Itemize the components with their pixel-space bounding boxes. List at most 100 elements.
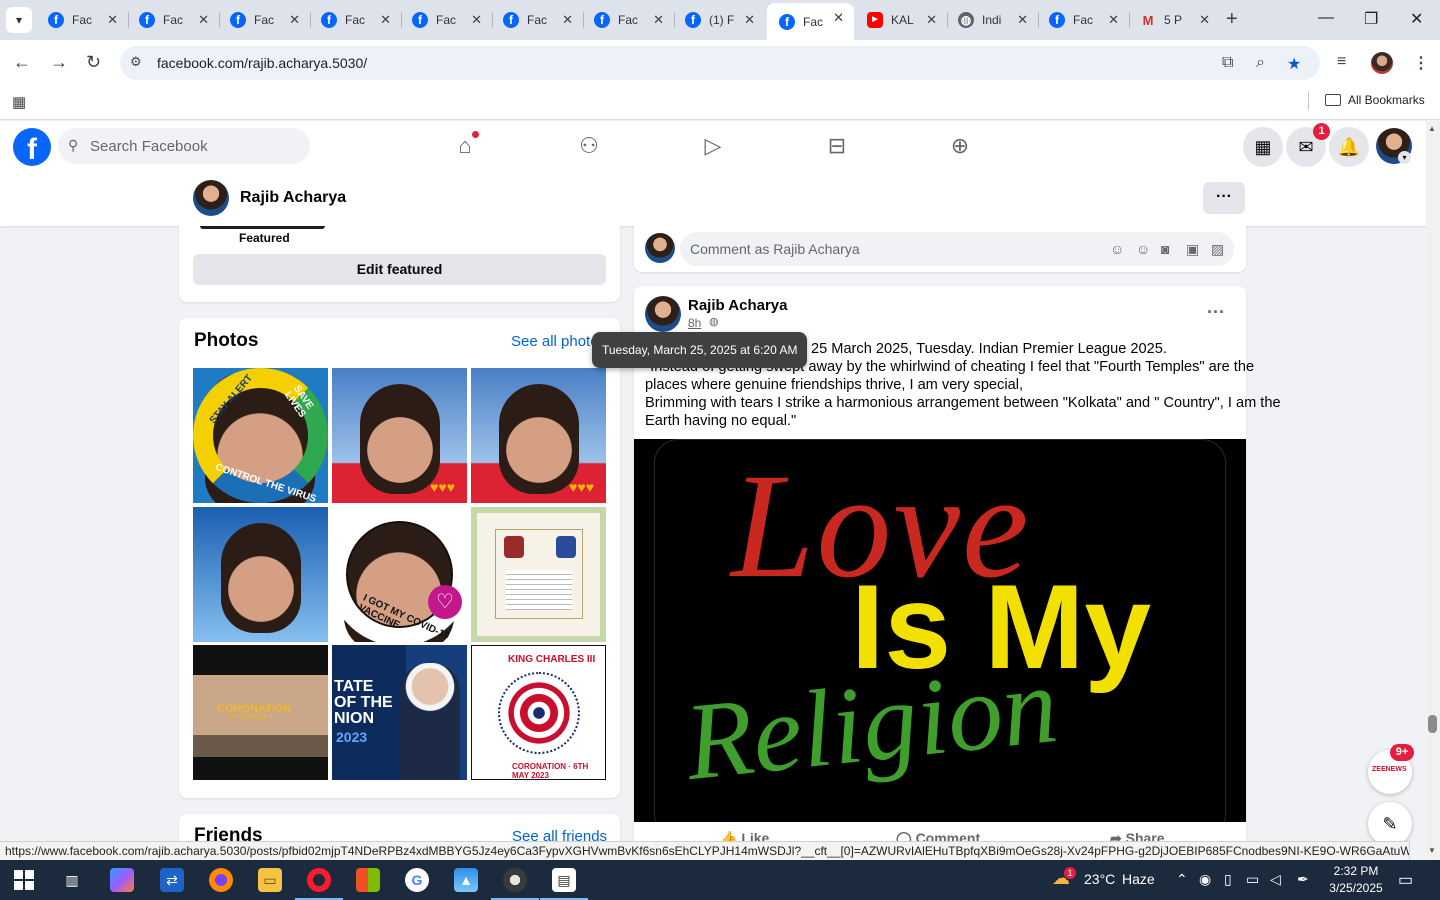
close-tab-icon[interactable]: ✕	[107, 12, 118, 28]
all-bookmarks-button[interactable]: All Bookmarks	[1325, 93, 1425, 107]
browser-tab[interactable]: f (1) F ✕	[673, 5, 765, 35]
install-app-icon[interactable]: ⧉	[1222, 54, 1233, 72]
page-scrollbar[interactable]	[1426, 121, 1440, 859]
photo-thumbnail[interactable]: STAY ALERT SAVE LIVES CONTROL THE VIRUS	[193, 368, 328, 503]
tab-search-chevron-icon[interactable]: ▾	[6, 7, 32, 33]
browser-tab[interactable]: M 5 P ✕	[1128, 5, 1220, 35]
address-url[interactable]: facebook.com/rajib.acharya.5030/	[157, 55, 367, 71]
browser-tab-active[interactable]: f Fac ✕	[767, 3, 854, 40]
teamviewer-icon[interactable]: ⇄	[160, 868, 184, 892]
close-tab-icon[interactable]: ✕	[1199, 12, 1210, 28]
media-control-icon[interactable]: ≡	[1337, 53, 1346, 71]
close-tab-icon[interactable]: ✕	[926, 12, 937, 28]
marketplace-icon[interactable]: ⊟	[822, 133, 852, 159]
friends-icon[interactable]: ⚇	[574, 133, 604, 159]
bookmark-star-icon[interactable]: ★	[1287, 54, 1301, 74]
browser-tab[interactable]: f Fac ✕	[309, 5, 401, 35]
post-author-avatar[interactable]	[645, 296, 681, 332]
browser-tab[interactable]: f Fac ✕	[400, 5, 492, 35]
camera-icon[interactable]: ◙	[1161, 241, 1169, 257]
phone-link-icon[interactable]: ▯	[1224, 871, 1232, 888]
photo-thumbnail[interactable]: KING CHARLES III CORONATION · 6TH MAY 20…	[471, 645, 606, 780]
close-tab-icon[interactable]: ✕	[289, 12, 300, 28]
close-window-icon[interactable]: ✕	[1410, 9, 1423, 29]
chevron-up-icon[interactable]: ⌃	[1176, 871, 1188, 888]
copilot-icon[interactable]	[110, 868, 134, 892]
zoom-icon[interactable]: ⌕	[1256, 54, 1265, 72]
browser-tab[interactable]: f Fac ✕	[218, 5, 310, 35]
facebook-search-input[interactable]: ⚲ Search Facebook	[58, 128, 310, 164]
photos-app-icon[interactable]: ▲	[454, 868, 478, 892]
photo-thumbnail[interactable]	[471, 507, 606, 642]
weather-condition[interactable]: Haze	[1122, 871, 1155, 887]
pen-icon[interactable]: ✒	[1297, 871, 1309, 888]
address-bar[interactable]: ⚙ facebook.com/rajib.acharya.5030/ ⧉ ⌕ ★	[120, 46, 1320, 80]
browser-tab[interactable]: ▶ KAL ✕	[855, 5, 947, 35]
notepad-icon[interactable]: ▤	[540, 868, 588, 900]
app-icon[interactable]	[491, 868, 539, 900]
browser-tab[interactable]: f Fac ✕	[582, 5, 674, 35]
task-view-icon[interactable]: ▥	[60, 868, 84, 892]
volume-icon[interactable]: ◁	[1270, 871, 1281, 888]
close-tab-icon[interactable]: ✕	[653, 12, 664, 28]
close-tab-icon[interactable]: ✕	[1017, 12, 1028, 28]
browser-profile-avatar[interactable]	[1371, 52, 1393, 74]
opera-icon[interactable]	[295, 868, 343, 900]
firefox-icon[interactable]	[209, 868, 233, 892]
avatar-sticker-icon[interactable]: ☺	[1110, 241, 1124, 257]
scroll-up-arrow-icon[interactable]: ▲	[1428, 124, 1436, 133]
google-chrome-icon[interactable]: G	[405, 868, 429, 892]
browser-tab[interactable]: f Fac ✕	[1037, 5, 1129, 35]
facebook-logo-icon[interactable]: f	[13, 128, 51, 166]
close-tab-icon[interactable]: ✕	[744, 12, 755, 28]
chevron-down-icon[interactable]: ▾	[1398, 151, 1411, 164]
photo-thumbnail[interactable]	[193, 507, 328, 642]
reload-icon[interactable]: ↻	[86, 52, 101, 73]
forward-arrow-icon[interactable]: →	[50, 52, 68, 73]
photo-thumbnail[interactable]: TATE OF THE NION 2023	[332, 645, 467, 780]
post-options-icon[interactable]: ···	[1207, 302, 1225, 323]
video-icon[interactable]: ▷	[698, 133, 728, 159]
network-icon[interactable]: ▭	[1246, 871, 1259, 888]
scrollbar-thumb[interactable]	[1428, 715, 1437, 733]
site-info-icon[interactable]: ⚙	[130, 54, 142, 70]
system-clock[interactable]: 2:32 PM 3/25/2025	[1328, 863, 1384, 897]
notifications-bell-icon[interactable]: 🔔	[1329, 127, 1369, 167]
menu-grid-icon[interactable]: ▦	[1243, 127, 1283, 167]
windows-start-icon[interactable]	[14, 870, 34, 890]
close-tab-icon[interactable]: ✕	[562, 12, 573, 28]
apps-grid-icon[interactable]: ▦	[12, 93, 26, 111]
minimize-window-icon[interactable]: —	[1318, 9, 1334, 27]
close-tab-icon[interactable]: ✕	[380, 12, 391, 28]
edit-featured-button[interactable]: Edit featured	[193, 254, 606, 285]
close-tab-icon[interactable]: ✕	[198, 12, 209, 28]
browser-tab[interactable]: ◍ Indi ✕	[946, 5, 1038, 35]
photo-thumbnail[interactable]: CORONATION OF CHARLES III	[193, 645, 328, 780]
back-arrow-icon[interactable]: ←	[13, 52, 31, 73]
post-timestamp[interactable]: 8h	[688, 316, 701, 330]
browser-tab[interactable]: f Fac ✕	[491, 5, 583, 35]
profile-avatar[interactable]	[193, 180, 229, 216]
gaming-icon[interactable]: ⊕	[945, 133, 975, 159]
profile-more-button[interactable]: ···	[1203, 182, 1245, 214]
photo-thumbnail[interactable]: I GOT MY COVID-19 VACCINE ♡	[332, 507, 467, 642]
profile-name[interactable]: Rajib Acharya	[240, 189, 346, 207]
comment-input[interactable]: Comment as Rajib Acharya ☺ ☺ ◙ ▣ ▨	[680, 232, 1234, 266]
photo-thumbnail[interactable]: ♥♥♥	[471, 368, 606, 503]
new-tab-plus-icon[interactable]: +	[1226, 8, 1238, 31]
emoji-icon[interactable]: ☺	[1136, 241, 1150, 257]
notification-center-icon[interactable]: ▭	[1398, 870, 1413, 890]
microsoft-store-icon[interactable]	[356, 868, 380, 892]
post-author-name[interactable]: Rajib Acharya	[688, 297, 788, 314]
weather-temperature[interactable]: 23°C	[1084, 871, 1115, 887]
restore-window-icon[interactable]: ❐	[1364, 9, 1378, 29]
post-image[interactable]: Love Is My Religion	[634, 439, 1246, 822]
gif-icon[interactable]: ▣	[1186, 241, 1199, 258]
sticker-icon[interactable]: ▨	[1211, 241, 1224, 258]
close-tab-icon[interactable]: ✕	[471, 12, 482, 28]
photo-thumbnail[interactable]: ♥♥♥	[332, 368, 467, 503]
new-message-compose-icon[interactable]: ✎	[1368, 802, 1412, 846]
browser-tab[interactable]: f Fac ✕	[127, 5, 219, 35]
close-tab-icon[interactable]: ✕	[833, 10, 844, 26]
scroll-down-arrow-icon[interactable]: ▼	[1428, 846, 1436, 855]
